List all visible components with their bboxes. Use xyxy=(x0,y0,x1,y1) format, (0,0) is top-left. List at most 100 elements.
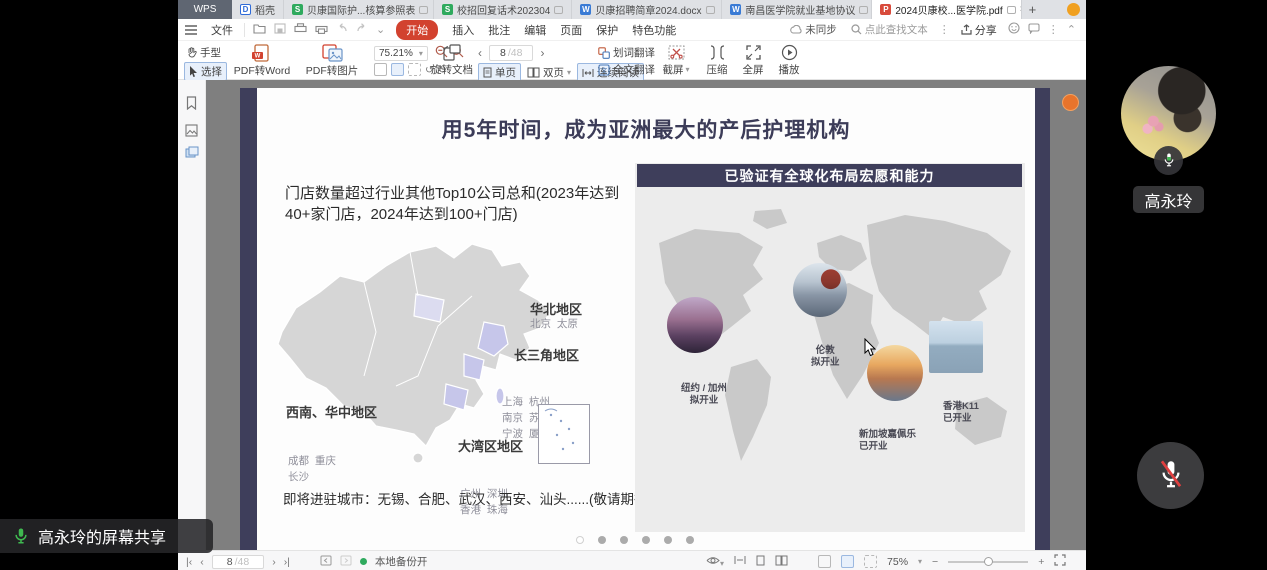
layers-panel-icon[interactable] xyxy=(185,146,199,160)
save-icon[interactable] xyxy=(270,23,290,37)
play-button[interactable]: 播放 xyxy=(772,44,806,77)
next-page-icon[interactable]: › xyxy=(272,556,276,568)
find-text-placeholder: 点此查找文本 xyxy=(865,22,928,37)
pdf-slide-page: 用5年时间，成为亚洲最大的产后护理机构 门店数量超过行业其他Top10公司总和(… xyxy=(240,88,1050,550)
select-tool[interactable]: 选择 xyxy=(184,62,227,81)
rotate-document-button[interactable]: 旋转文档 xyxy=(424,44,480,77)
prev-page-icon[interactable]: ‹ xyxy=(478,46,482,60)
tab-docer[interactable]: D 稻壳 xyxy=(232,0,284,19)
more-dropdown-icon[interactable]: ⌄ xyxy=(372,23,389,36)
status-bar: |‹ ‹ 8 /48 › ›| 本地备份开 ▾ 75% ▾ − xyxy=(178,550,1086,570)
prev-view-icon[interactable] xyxy=(320,555,332,569)
full-translate-button[interactable]: 文 全文翻译 xyxy=(598,62,655,77)
emoji-feedback-icon[interactable] xyxy=(1004,22,1024,37)
fit-width-icon[interactable] xyxy=(818,555,831,568)
print-icon[interactable] xyxy=(290,23,311,37)
zoom-level-dropdown[interactable]: 75.21% ▾ xyxy=(374,46,428,61)
print-preview-icon[interactable] xyxy=(311,23,332,37)
sync-status[interactable]: 未同步 xyxy=(783,22,844,37)
zoom-slider[interactable] xyxy=(948,561,1028,563)
tab-pdf-active[interactable]: P 2024贝康校...医学院.pdf × xyxy=(872,0,1022,19)
new-tab-button[interactable]: + xyxy=(1022,0,1042,19)
wps-float-logo[interactable] xyxy=(1062,94,1079,111)
microphone-muted-button[interactable] xyxy=(1137,442,1204,509)
overflow-dots-icon[interactable]: ⋮ xyxy=(935,23,954,36)
marquee-zoom-icon[interactable] xyxy=(864,555,877,568)
pdf-to-image-button[interactable]: PDF转图片 xyxy=(300,44,364,78)
pager-dot[interactable] xyxy=(664,536,672,544)
thumbnail-panel-icon[interactable] xyxy=(185,124,199,138)
wps-menu-button[interactable]: WPS xyxy=(178,0,232,19)
more-menu-icon[interactable]: ⋮ xyxy=(1044,23,1063,36)
single-page-icon[interactable] xyxy=(756,555,765,569)
fit-page-icon[interactable] xyxy=(841,555,854,568)
full-translate-label: 全文翻译 xyxy=(613,62,655,77)
fit-page-icon[interactable] xyxy=(391,63,404,76)
backup-status-label[interactable]: 本地备份开 xyxy=(375,554,428,569)
read-mode-icon[interactable]: ▾ xyxy=(706,555,724,569)
slide-pager-dots[interactable] xyxy=(576,536,694,544)
ribbon-tab-comment[interactable]: 批注 xyxy=(481,22,517,38)
page-number-input[interactable]: 8 /48 xyxy=(489,45,533,61)
zoom-in-button[interactable]: + xyxy=(1038,556,1044,568)
newyork-label: 纽约 / 加州拟开业 xyxy=(681,359,727,431)
ribbon-tab-page[interactable]: 页面 xyxy=(553,22,589,38)
ribbon-toolbar: 手型 选择 W PDF转Word PDF转图片 75.21% ▾ ↺ xyxy=(178,41,1086,80)
fullscreen-button[interactable]: 全屏 xyxy=(736,44,770,77)
double-page-button[interactable]: 双页 ▾ xyxy=(527,65,571,80)
marquee-zoom-icon[interactable] xyxy=(408,63,421,76)
bookmark-icon[interactable] xyxy=(185,96,199,110)
tab-sheet-1[interactable]: S 贝康国际护...核算参照表 xyxy=(284,0,434,19)
chevron-down-icon[interactable]: ▾ xyxy=(918,557,922,566)
prev-page-icon[interactable]: ‹ xyxy=(200,556,204,568)
pager-dot[interactable] xyxy=(642,536,650,544)
statusbar-page-input[interactable]: 8 /48 xyxy=(212,555,264,569)
find-text-box[interactable]: 点此查找文本 xyxy=(844,22,935,37)
next-page-icon[interactable]: › xyxy=(540,46,544,60)
word-translate-button[interactable]: 划词翻译 xyxy=(598,45,655,60)
redo-icon[interactable] xyxy=(352,23,372,36)
open-folder-icon[interactable] xyxy=(249,23,270,37)
first-page-icon[interactable]: |‹ xyxy=(186,556,192,568)
tab-sheet-2[interactable]: S 校招回复话术202304 xyxy=(434,0,572,19)
store-count-paragraph: 门店数量超过行业其他Top10公司总和(2023年达到40+家门店，2024年达… xyxy=(285,183,620,225)
pager-dot[interactable] xyxy=(686,536,694,544)
pdf-to-word-button[interactable]: W PDF转Word xyxy=(230,44,294,78)
tab-doc-1[interactable]: W 贝康招聘简章2024.docx xyxy=(572,0,722,19)
ribbon-tab-insert[interactable]: 插入 xyxy=(445,22,481,38)
tab-label: 南昌医学院就业基地协议 xyxy=(745,2,855,17)
fullscreen-toggle-icon[interactable] xyxy=(1054,554,1066,569)
screenshot-button[interactable]: 截屏▾ xyxy=(656,44,696,77)
fit-width-icon[interactable] xyxy=(374,63,387,76)
upcoming-cities-text: 即将进驻城市：无锡、合肥、武汉、西安、汕头......(敬请期待) xyxy=(283,488,652,508)
file-menu[interactable]: 文件 xyxy=(204,22,240,38)
singapore-label: 新加坡嘉佩乐已开业 xyxy=(859,405,916,477)
message-icon[interactable] xyxy=(1024,23,1044,37)
next-view-icon[interactable] xyxy=(340,555,352,569)
ribbon-tab-protect[interactable]: 保护 xyxy=(589,22,625,38)
ribbon-tab-home[interactable]: 开始 xyxy=(396,20,438,40)
hand-tool[interactable]: 手型 xyxy=(186,45,221,60)
participant-mic-badge xyxy=(1154,146,1183,175)
pager-dot[interactable] xyxy=(620,536,628,544)
zoom-slider-knob[interactable] xyxy=(984,557,993,566)
hamburger-icon[interactable] xyxy=(178,25,204,35)
account-avatar[interactable] xyxy=(1067,3,1080,16)
zoom-out-button[interactable]: − xyxy=(932,556,938,568)
compress-button[interactable]: 压缩 xyxy=(700,44,734,77)
continuous-read-icon[interactable] xyxy=(734,555,746,568)
collapse-ribbon-icon[interactable]: ⌃ xyxy=(1063,23,1080,36)
statusbar-zoom-value[interactable]: 75% xyxy=(887,556,908,568)
word-icon: W xyxy=(580,4,591,15)
tab-doc-2[interactable]: W 南昌医学院就业基地协议 xyxy=(722,0,872,19)
ribbon-tab-edit[interactable]: 编辑 xyxy=(517,22,553,38)
last-page-icon[interactable]: ›| xyxy=(284,556,290,568)
pager-dot[interactable] xyxy=(598,536,606,544)
svg-text:文: 文 xyxy=(601,65,608,74)
pager-dot-active[interactable] xyxy=(576,536,584,544)
undo-icon[interactable] xyxy=(332,23,352,36)
region-southwest-name: 西南、华中地区 xyxy=(286,402,377,421)
share-button[interactable]: 分享 xyxy=(954,22,1004,38)
ribbon-tab-features[interactable]: 特色功能 xyxy=(625,22,683,38)
double-page-icon[interactable] xyxy=(775,555,788,569)
